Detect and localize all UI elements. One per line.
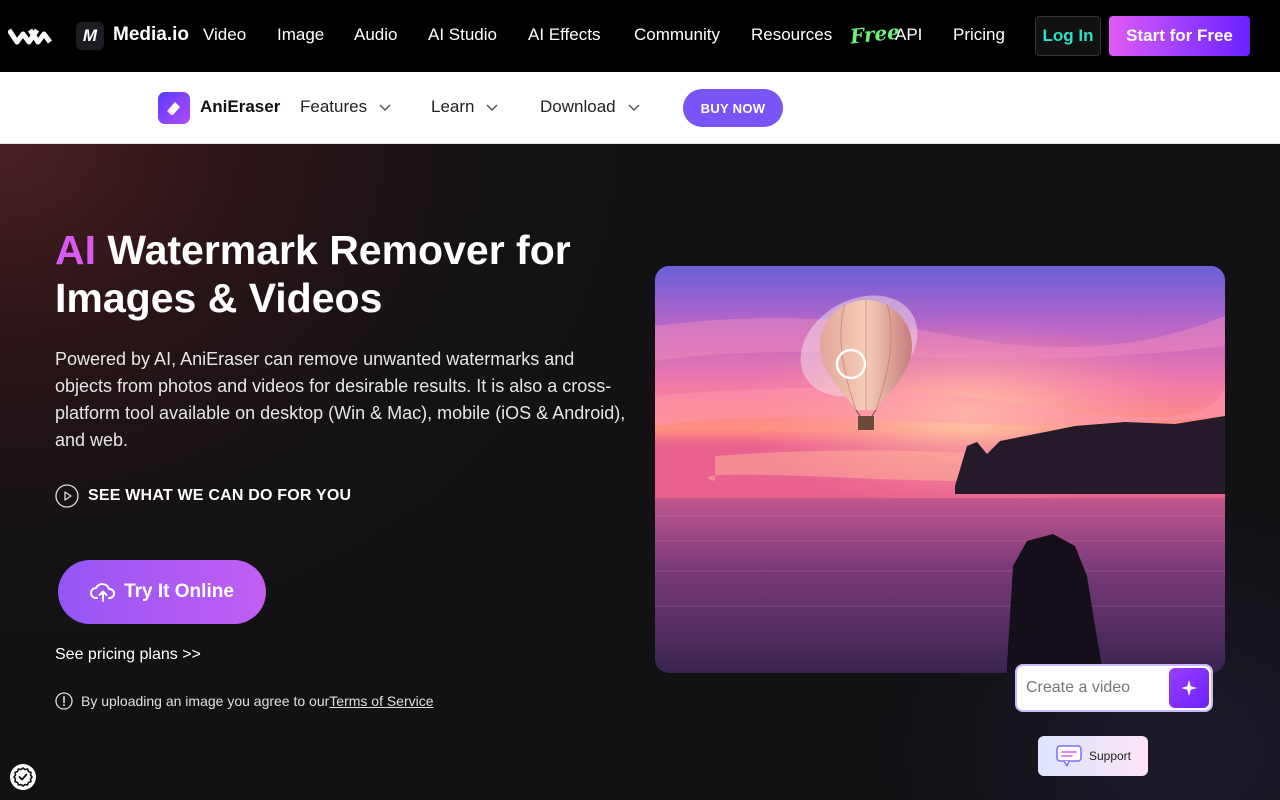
nav-item-api[interactable]: API [895,25,922,45]
anieraser-logo-icon[interactable] [158,92,190,124]
try-it-online-label: Try It Online [124,581,234,602]
see-what-label: SEE WHAT WE CAN DO FOR YOU [88,487,352,504]
subnav-learn-dropdown[interactable]: Learn [431,97,500,117]
terms-prefix-text: By uploading an image you agree to our [81,693,330,709]
demo-image-sunset-balloon [655,266,1225,673]
start-for-free-button[interactable]: Start for Free [1109,16,1250,56]
subnav-features-dropdown[interactable]: Features [300,97,393,117]
support-label: Support [1088,749,1132,763]
chevron-down-icon [486,104,499,112]
subnav-learn-label: Learn [431,97,475,116]
hero-title-accent: AI [55,227,96,273]
product-name[interactable]: AniEraser [200,97,280,117]
nav-item-image[interactable]: Image [277,25,324,45]
nav-item-video[interactable]: Video [203,25,246,45]
nav-item-ai-studio[interactable]: AI Studio [428,25,497,45]
create-video-widget [1015,664,1213,712]
buy-now-button[interactable]: BUY NOW [683,89,783,127]
login-button[interactable]: Log In [1035,16,1101,56]
hero-title: AI Watermark Remover for Images & Videos [55,226,615,322]
media-io-logo-icon[interactable]: M [76,22,104,50]
terms-notice: By uploading an image you agree to our T… [55,692,434,710]
subnav-download-label: Download [540,97,616,116]
hero-description: Powered by AI, AniEraser can remove unwa… [55,349,626,450]
chevron-down-icon [628,104,640,112]
info-icon [55,692,73,710]
nav-item-audio[interactable]: Audio [354,25,397,45]
nav-item-pricing[interactable]: Pricing [953,25,1005,45]
subnav-features-label: Features [300,97,368,116]
terms-of-service-link[interactable]: Terms of Service [329,693,433,709]
free-badge: Free [848,19,901,49]
see-pricing-plans-link[interactable]: See pricing plans >> [55,646,201,664]
sparkle-icon [1181,680,1197,696]
hero-title-rest: Watermark Remover for Images & Videos [55,227,571,321]
nav-item-ai-effects[interactable]: AI Effects [528,25,600,45]
chevron-down-icon [379,104,391,112]
create-video-input[interactable] [1017,679,1167,697]
play-circle-icon [55,484,79,508]
chat-bubble-icon [1056,745,1082,767]
generate-button[interactable] [1169,668,1209,708]
see-what-we-can-do-link[interactable]: SEE WHAT WE CAN DO FOR YOU [55,484,351,508]
top-navbar: M Media.io Video Image Audio AI Studio A… [0,0,1280,72]
privacy-shield-icon[interactable] [10,764,36,790]
support-button[interactable]: Support [1038,736,1148,776]
try-it-online-button[interactable]: Try It Online [58,560,266,624]
nav-item-resources[interactable]: Resources [751,25,832,45]
cloud-upload-icon [90,583,116,602]
brand-name[interactable]: Media.io [113,24,189,46]
nav-item-community[interactable]: Community [634,25,720,45]
wondershare-logo-icon[interactable] [8,24,52,48]
subnav-download-dropdown[interactable]: Download [540,97,642,117]
